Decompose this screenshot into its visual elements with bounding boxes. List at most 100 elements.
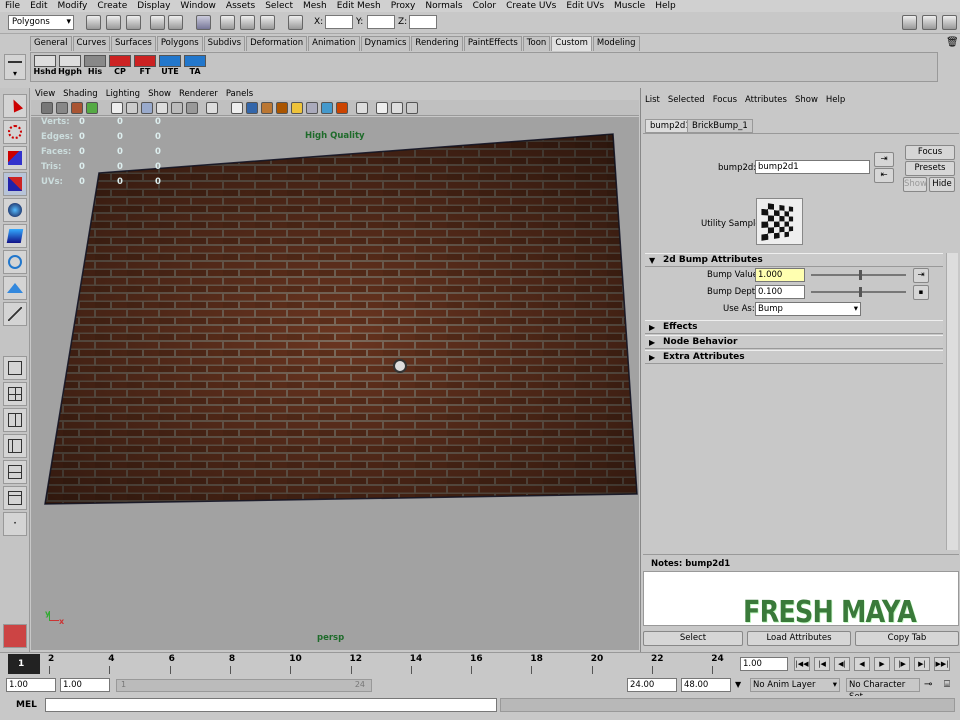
menu-file[interactable]: File [0, 1, 25, 11]
view-menu-renderer[interactable]: Renderer [175, 89, 222, 99]
bump-value-slider[interactable] [811, 270, 906, 280]
save-scene-icon[interactable] [126, 15, 141, 30]
layout-two-icon[interactable] [3, 408, 27, 432]
attr-menu-show[interactable]: Show [791, 95, 822, 107]
play-backward-icon[interactable]: ◀ [854, 657, 870, 671]
attr-menu-help[interactable]: Help [822, 95, 849, 107]
view-menu-view[interactable]: View [31, 89, 59, 99]
camera-attributes-icon[interactable] [41, 102, 53, 114]
isolate-select-icon[interactable] [321, 102, 333, 114]
shelf-button-ta[interactable]: TA [183, 55, 207, 81]
menu-display[interactable]: Display [132, 1, 175, 11]
shelf-tab-subdivs[interactable]: Subdivs [203, 36, 246, 51]
lasso-tool-icon[interactable] [3, 120, 27, 144]
goto-end-icon[interactable]: ▶▶| [934, 657, 950, 671]
character-set-dropdown[interactable]: No Character Set [846, 678, 920, 702]
new-scene-icon[interactable] [86, 15, 101, 30]
tab-brickbump[interactable]: BrickBump_1 [687, 119, 753, 133]
menu-edit-mesh[interactable]: Edit Mesh [332, 1, 386, 11]
menu-assets[interactable]: Assets [221, 1, 260, 11]
frame-all-icon[interactable] [406, 102, 418, 114]
shelf-button-hgph[interactable]: Hgph [58, 55, 82, 81]
z-field[interactable] [409, 15, 437, 29]
step-forward-key-icon[interactable]: ▶| [914, 657, 930, 671]
paint-select-tool-icon[interactable] [3, 146, 27, 170]
move-tool-icon[interactable] [3, 172, 27, 196]
resolution-gate-icon[interactable] [141, 102, 153, 114]
shelf-tab-custom[interactable]: Custom [551, 36, 592, 51]
menu-color[interactable]: Color [468, 1, 502, 11]
layout-graph-icon[interactable] [3, 460, 27, 484]
shelf-tab-dynamics[interactable]: Dynamics [360, 36, 411, 51]
field-chart-icon[interactable] [171, 102, 183, 114]
node-name-field[interactable]: bump2d1 [755, 160, 870, 174]
shelf-tab-painteffects[interactable]: PaintEffects [463, 36, 522, 51]
shadows-icon[interactable] [306, 102, 318, 114]
play-forward-icon[interactable]: ▶ [874, 657, 890, 671]
lighting-icon[interactable] [291, 102, 303, 114]
menu-window[interactable]: Window [175, 1, 221, 11]
transform-input-icon[interactable] [288, 15, 303, 30]
camera-bookmark-icon[interactable] [56, 102, 68, 114]
shelf-tab-animation[interactable]: Animation [308, 36, 360, 51]
attribute-editor-icon[interactable] [942, 15, 957, 30]
command-input[interactable] [45, 698, 497, 712]
shelf-tab-curves[interactable]: Curves [72, 36, 111, 51]
menu-normals[interactable]: Normals [420, 1, 467, 11]
anim-layer-dropdown[interactable]: No Anim Layer ▾ [750, 678, 840, 692]
bump-depth-slider[interactable] [811, 287, 906, 297]
input-connections-icon[interactable]: ⇥ [874, 152, 894, 167]
rotate-tool-icon[interactable] [3, 198, 27, 222]
view-menu-show[interactable]: Show [144, 89, 175, 99]
perspective-viewport[interactable]: Verts: 0 0 0 Edges: 0 0 0 Faces: 0 0 0 Tris: 0 0 0 UVs: 0… [31, 117, 639, 650]
key-icon[interactable]: ⊸ [924, 679, 932, 690]
bump-depth-map-icon[interactable]: ▪ [913, 285, 929, 300]
two-d-pan-icon[interactable] [86, 102, 98, 114]
grid-toggle-icon[interactable] [111, 102, 123, 114]
playback-end-field[interactable]: 24.00 [627, 678, 677, 692]
range-slider[interactable]: 1 24 [116, 679, 372, 692]
wireframe-on-shaded-icon[interactable] [276, 102, 288, 114]
view-menu-panels[interactable]: Panels [222, 89, 257, 99]
y-field[interactable] [367, 15, 395, 29]
menu-edit[interactable]: Edit [25, 1, 52, 11]
section-effects[interactable]: ▶ Effects [645, 320, 943, 334]
image-plane-icon[interactable] [71, 102, 83, 114]
snap-grid-icon[interactable] [196, 15, 211, 30]
presets-button[interactable]: Presets [905, 161, 955, 176]
goto-start-icon[interactable]: |◀◀ [794, 657, 810, 671]
show-manipulator-icon[interactable] [3, 302, 27, 326]
attribute-scrollbar[interactable] [946, 253, 958, 550]
shelf-button-ft[interactable]: FT [133, 55, 157, 81]
bump-value-map-icon[interactable]: ⇥ [913, 268, 929, 283]
shelf-tab-deformation[interactable]: Deformation [246, 36, 308, 51]
menu-modify[interactable]: Modify [53, 1, 93, 11]
view-menu-shading[interactable]: Shading [59, 89, 102, 99]
safe-action-icon[interactable] [186, 102, 198, 114]
select-object-icon[interactable] [168, 15, 183, 30]
layout-hypershade-icon[interactable] [3, 486, 27, 510]
section-bump-attributes[interactable]: ▼ 2d Bump Attributes [645, 253, 943, 267]
animation-end-field[interactable]: 48.00 [681, 678, 731, 692]
attr-menu-focus[interactable]: Focus [709, 95, 741, 107]
high-quality-icon[interactable] [336, 102, 348, 114]
xray-icon[interactable] [356, 102, 368, 114]
render-icon[interactable] [220, 15, 235, 30]
x-field[interactable] [325, 15, 353, 29]
animation-start-field[interactable]: 1.00 [6, 678, 56, 692]
time-slider[interactable]: 1 2 4 6 8 10 12 14 16 18 20 22 24 1.00 |◀◀ |◀ ◀| ◀ … [0, 652, 960, 676]
output-connections-icon[interactable]: ⇤ [874, 168, 894, 183]
utility-sample-swatch[interactable] [756, 198, 803, 245]
shelf-button-his[interactable]: His [83, 55, 107, 81]
shelf-button-cp[interactable]: CP [108, 55, 132, 81]
smooth-shade-icon[interactable] [246, 102, 258, 114]
menu-create[interactable]: Create [92, 1, 132, 11]
shelf-menu-button[interactable]: ▾ [4, 54, 26, 80]
bump-value-field[interactable]: 1.000 [755, 268, 805, 282]
backface-culling-icon[interactable] [391, 102, 403, 114]
shelf-tab-polygons[interactable]: Polygons [156, 36, 203, 51]
scale-tool-icon[interactable] [3, 224, 27, 248]
shelf-button-hshd[interactable]: Hshd [33, 55, 57, 81]
shelf-tab-general[interactable]: General [30, 36, 72, 51]
menu-create-uvs[interactable]: Create UVs [501, 1, 561, 11]
